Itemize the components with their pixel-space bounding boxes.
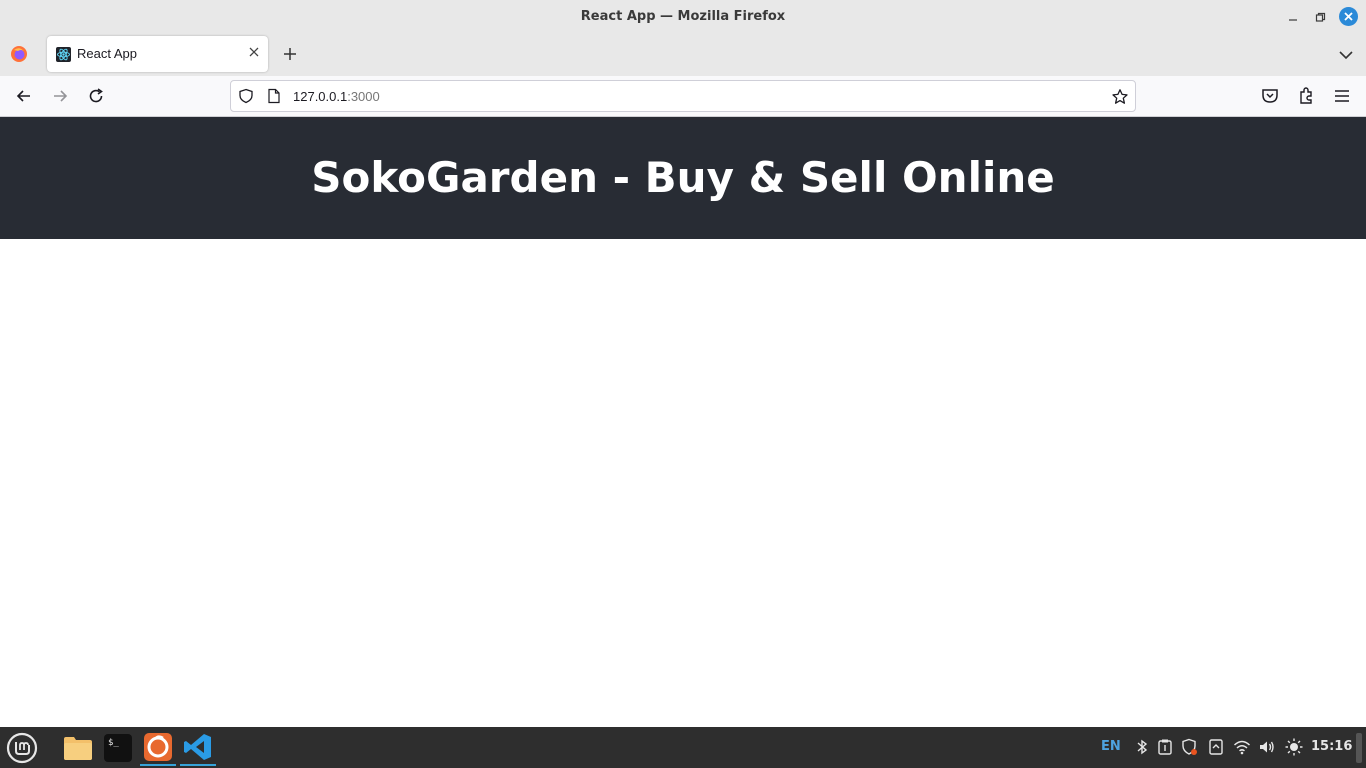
- url-host: 127.0.0.1: [293, 89, 348, 104]
- tab-close-button[interactable]: [246, 45, 262, 61]
- wifi-icon[interactable]: [1233, 738, 1251, 756]
- mint-logo-icon: [6, 732, 38, 764]
- close-icon: [1344, 12, 1353, 21]
- start-menu-button[interactable]: [4, 730, 40, 766]
- window-title: React App — Mozilla Firefox: [580, 9, 786, 24]
- keyboard-layout-indicator[interactable]: EN: [1101, 739, 1121, 757]
- address-bar[interactable]: 127.0.0.1:3000: [230, 80, 1136, 112]
- minimize-button[interactable]: [1283, 7, 1303, 27]
- page-viewport: SokoGarden - Buy & Sell Online: [0, 117, 1366, 727]
- update-shield-icon[interactable]: [1180, 738, 1198, 756]
- tab-strip: React App: [0, 34, 1366, 76]
- bluetooth-icon[interactable]: [1133, 738, 1151, 756]
- page-title: SokoGarden - Buy & Sell Online: [311, 153, 1055, 202]
- tab-title: React App: [77, 46, 137, 61]
- url-text[interactable]: 127.0.0.1:3000: [293, 89, 380, 104]
- maximize-button[interactable]: [1310, 7, 1330, 27]
- reload-icon[interactable]: [86, 86, 106, 106]
- close-icon: [249, 47, 259, 57]
- terminal-icon: $_: [104, 734, 132, 762]
- shield-icon[interactable]: [238, 88, 254, 104]
- react-icon: [56, 47, 71, 62]
- close-window-button[interactable]: [1339, 7, 1358, 26]
- tab-react-app[interactable]: React App: [47, 36, 268, 72]
- svg-text:$_: $_: [108, 738, 119, 748]
- app-header: SokoGarden - Buy & Sell Online: [0, 117, 1366, 239]
- chevron-down-icon[interactable]: [1336, 45, 1356, 65]
- window-titlebar: React App — Mozilla Firefox: [0, 0, 1366, 34]
- firefox-icon[interactable]: [10, 45, 28, 63]
- vscode-app-button[interactable]: [180, 730, 216, 766]
- clock[interactable]: 15:16: [1311, 739, 1352, 757]
- taskbar: $_ EN 15:16: [0, 727, 1366, 768]
- plus-icon: [284, 48, 296, 60]
- clipboard-icon[interactable]: [1156, 738, 1174, 756]
- navigation-toolbar: 127.0.0.1:3000: [0, 76, 1366, 117]
- volume-icon[interactable]: [1258, 738, 1276, 756]
- notes-icon[interactable]: [1207, 738, 1225, 756]
- forward-arrow-icon[interactable]: [50, 86, 70, 106]
- files-app-button[interactable]: [60, 730, 96, 766]
- brightness-icon[interactable]: [1285, 738, 1303, 756]
- folder-icon: [64, 737, 92, 760]
- firefox-app-button[interactable]: [140, 730, 176, 766]
- vscode-icon: [184, 734, 211, 760]
- pocket-icon[interactable]: [1260, 86, 1280, 106]
- bookmark-star-icon[interactable]: [1111, 88, 1129, 106]
- page-icon[interactable]: [267, 88, 281, 104]
- extensions-icon[interactable]: [1296, 86, 1316, 106]
- show-desktop-button[interactable]: [1356, 733, 1362, 763]
- restore-icon: [1315, 12, 1325, 22]
- new-tab-button[interactable]: [280, 44, 300, 64]
- back-arrow-icon[interactable]: [14, 86, 34, 106]
- minimize-icon: [1289, 19, 1297, 21]
- url-port: :3000: [347, 89, 380, 104]
- hamburger-menu-icon[interactable]: [1332, 86, 1352, 106]
- terminal-app-button[interactable]: $_: [100, 730, 136, 766]
- firefox-dev-icon: [144, 733, 172, 761]
